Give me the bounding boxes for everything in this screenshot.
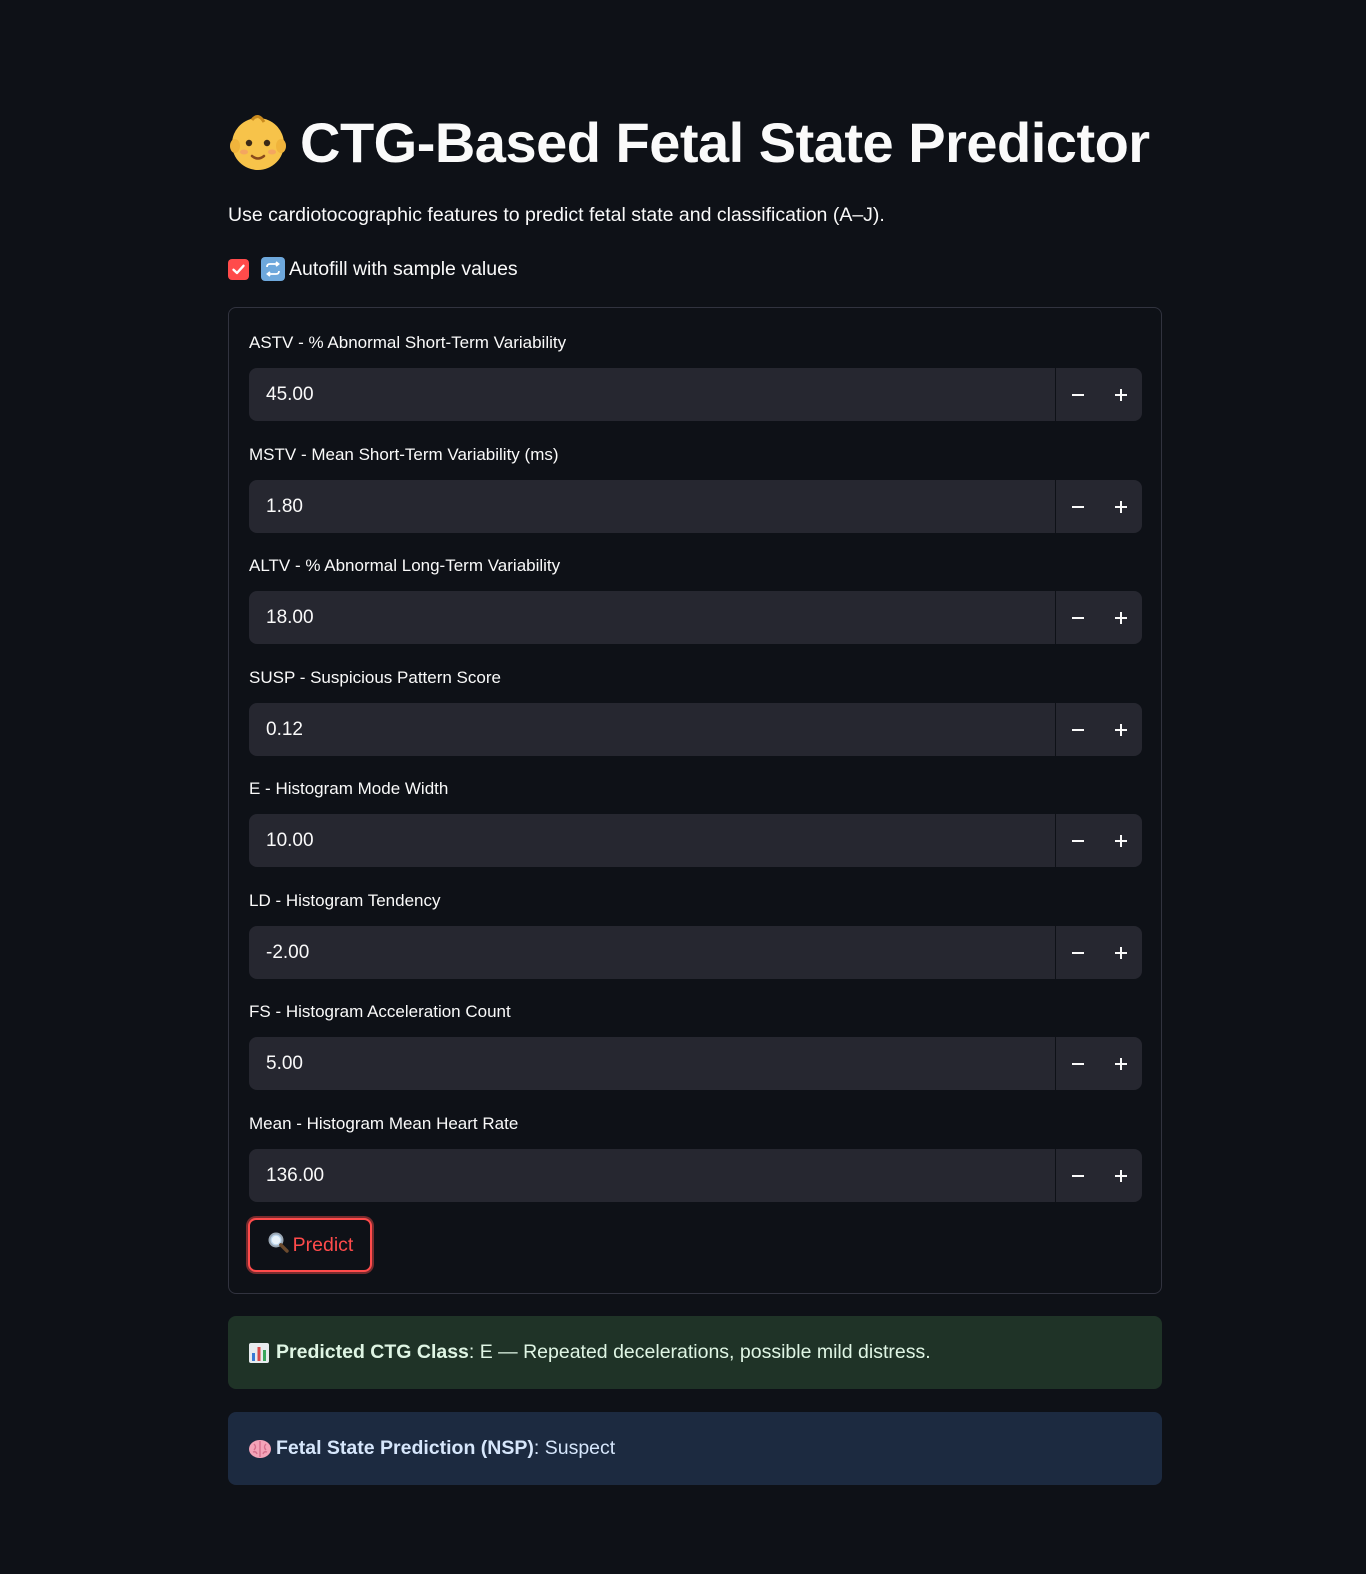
predicted-class-alert: Predicted CTG Class: E — Repeated decele… — [228, 1316, 1162, 1389]
field-astv: ASTV - % Abnormal Short-Term Variability… — [249, 332, 1142, 421]
input-value[interactable]: 18.00 — [249, 607, 1055, 629]
input-value[interactable]: 5.00 — [249, 1053, 1055, 1075]
brain-icon — [248, 1438, 271, 1460]
decrement-button[interactable] — [1055, 926, 1099, 979]
predict-button[interactable]: Predict — [248, 1218, 372, 1272]
field-label: SUSP - Suspicious Pattern Score — [249, 668, 501, 687]
search-icon — [267, 1231, 289, 1259]
input-value[interactable]: 45.00 — [249, 384, 1055, 406]
fetal-state-label: Fetal State Prediction (NSP) — [276, 1437, 534, 1459]
fetal-state-value: : Suspect — [533, 1437, 616, 1459]
increment-button[interactable] — [1099, 814, 1142, 867]
refresh-icon — [261, 257, 285, 281]
input-value[interactable]: 136.00 — [249, 1165, 1055, 1187]
input-value[interactable]: 0.12 — [249, 719, 1055, 741]
field-altv: ALTV - % Abnormal Long-Term Variability … — [249, 555, 1142, 644]
autofill-checkbox[interactable]: Autofill with sample values — [228, 255, 518, 283]
predicted-class-label: Predicted CTG Class — [276, 1341, 469, 1363]
increment-button[interactable] — [1099, 703, 1142, 756]
decrement-button[interactable] — [1055, 368, 1099, 421]
altv-input[interactable]: 18.00 — [249, 591, 1142, 644]
field-label: ALTV - % Abnormal Long-Term Variability — [249, 556, 561, 575]
page-subtitle: Use cardiotocographic features to predic… — [228, 204, 885, 226]
input-value[interactable]: 1.80 — [249, 496, 1055, 518]
astv-input[interactable]: 45.00 — [249, 368, 1142, 421]
susp-input[interactable]: 0.12 — [249, 703, 1142, 756]
predict-label: Predict — [292, 1233, 354, 1256]
field-mean: Mean - Histogram Mean Heart Rate 136.00 — [249, 1113, 1142, 1202]
increment-button[interactable] — [1099, 1149, 1142, 1202]
field-label: ASTV - % Abnormal Short-Term Variability — [249, 333, 567, 352]
page-title-text: CTG-Based Fetal State Predictor — [300, 110, 1150, 174]
checkbox-checked-icon[interactable] — [228, 258, 249, 280]
decrement-button[interactable] — [1055, 703, 1099, 756]
decrement-button[interactable] — [1055, 1037, 1099, 1090]
predicted-class-value: : E — Repeated decelerations, possible m… — [468, 1341, 931, 1363]
decrement-button[interactable] — [1055, 1149, 1099, 1202]
field-susp: SUSP - Suspicious Pattern Score 0.12 — [249, 667, 1142, 756]
fs-input[interactable]: 5.00 — [249, 1037, 1142, 1090]
input-value[interactable]: -2.00 — [249, 942, 1055, 964]
autofill-label: Autofill with sample values — [289, 257, 518, 280]
field-label: FS - Histogram Acceleration Count — [249, 1002, 511, 1021]
increment-button[interactable] — [1099, 1037, 1142, 1090]
decrement-button[interactable] — [1055, 480, 1099, 533]
field-ld: LD - Histogram Tendency -2.00 — [249, 890, 1142, 979]
mean-input[interactable]: 136.00 — [249, 1149, 1142, 1202]
input-value[interactable]: 10.00 — [249, 830, 1055, 852]
page-title: CTG-Based Fetal State Predictor — [228, 104, 1150, 180]
increment-button[interactable] — [1099, 480, 1142, 533]
field-mstv: MSTV - Mean Short-Term Variability (ms) … — [249, 444, 1142, 533]
baby-face-icon — [228, 112, 288, 172]
decrement-button[interactable] — [1055, 814, 1099, 867]
field-label: LD - Histogram Tendency — [249, 891, 441, 910]
field-fs: FS - Histogram Acceleration Count 5.00 — [249, 1001, 1142, 1090]
e-input[interactable]: 10.00 — [249, 814, 1142, 867]
ld-input[interactable]: -2.00 — [249, 926, 1142, 979]
field-label: E - Histogram Mode Width — [249, 779, 449, 798]
increment-button[interactable] — [1099, 368, 1142, 421]
fetal-state-alert: Fetal State Prediction (NSP): Suspect — [228, 1412, 1162, 1485]
increment-button[interactable] — [1099, 926, 1142, 979]
decrement-button[interactable] — [1055, 591, 1099, 644]
mstv-input[interactable]: 1.80 — [249, 480, 1142, 533]
increment-button[interactable] — [1099, 591, 1142, 644]
field-label: MSTV - Mean Short-Term Variability (ms) — [249, 445, 559, 464]
bar-chart-icon — [248, 1342, 270, 1364]
field-label: Mean - Histogram Mean Heart Rate — [249, 1114, 519, 1133]
field-e: E - Histogram Mode Width 10.00 — [249, 778, 1142, 867]
prediction-form: ASTV - % Abnormal Short-Term Variability… — [228, 307, 1162, 1294]
